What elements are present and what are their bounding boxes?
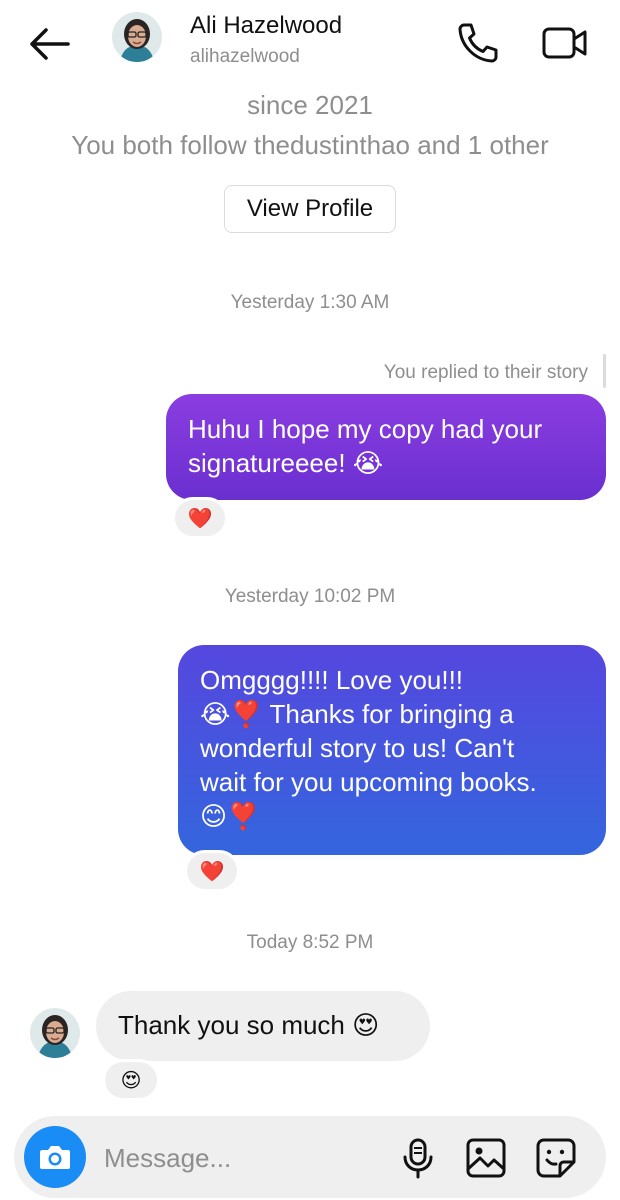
message-line: Huhu I hope my copy had your [188,414,543,444]
sent-message-bubble[interactable]: Omgggg!!!! Love you!!! 😭❣️ Thanks for br… [178,645,606,855]
message-line: Omgggg!!!! Love you!!! [200,665,464,695]
received-message-bubble[interactable]: Thank you so much 😍 [96,991,430,1061]
phone-icon[interactable] [455,20,501,66]
camera-icon[interactable] [24,1126,86,1188]
heart-reaction[interactable]: ❤️ [184,850,240,892]
contact-username: alihazelwood [190,46,300,67]
follow-since-text: since 2021 [247,90,373,120]
message-timestamp: Today 8:52 PM [246,932,374,953]
message-line: Thank you so much 😍 [118,1010,380,1040]
message-timestamp: Yesterday 10:02 PM [224,586,396,607]
message-line: wonderful story to us! Can't [200,733,515,763]
back-arrow-icon[interactable] [26,24,72,64]
heart-reaction[interactable]: ❤️ [172,497,228,539]
message-line: signatureeee! 😭 [188,448,384,478]
message-composer [14,1116,606,1198]
contact-name[interactable]: Ali Hazelwood [190,12,342,40]
contact-avatar[interactable] [112,12,162,62]
message-timestamp: Yesterday 1:30 AM [230,292,390,313]
mutual-followers-text: You both follow thedustinthao and 1 othe… [71,130,549,160]
sender-avatar[interactable] [30,1008,80,1058]
sent-message-bubble[interactable]: Huhu I hope my copy had your signatureee… [166,394,606,500]
view-profile-button[interactable]: View Profile [224,185,396,233]
heart-eyes-emoji-icon: 😍 [120,1069,142,1092]
microphone-icon[interactable] [396,1136,440,1180]
video-camera-icon[interactable] [540,22,590,64]
message-input[interactable] [102,1136,396,1180]
sticker-icon[interactable] [534,1136,578,1180]
story-reply-indicator [603,354,606,388]
image-icon[interactable] [464,1136,508,1180]
message-line: 😭❣️ Thanks for bringing a [200,699,514,729]
message-line: wait for you upcoming books. [200,767,537,797]
story-reply-label: You replied to their story [383,362,588,383]
heart-emoji-icon: ❤️ [199,860,225,883]
message-line: 😊❣️ [200,801,260,831]
heart-eyes-reaction[interactable]: 😍 [102,1059,160,1101]
heart-emoji-icon: ❤️ [187,507,213,530]
chat-header: Ali Hazelwood alihazelwood [0,0,620,88]
